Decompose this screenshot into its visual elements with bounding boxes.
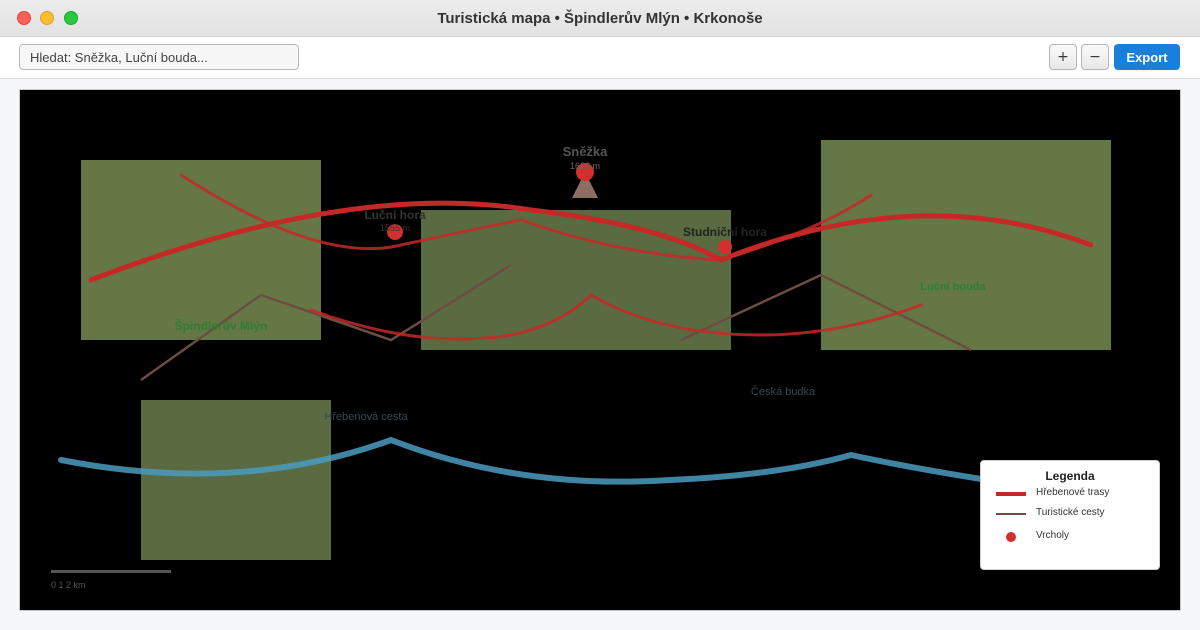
legend-item-peak: Vrcholy: [981, 528, 1159, 546]
legend-label-path: Turistické cesty: [1036, 507, 1105, 518]
search-input[interactable]: [19, 44, 299, 70]
peak-label-snezka: Sněžka: [563, 144, 609, 159]
forest-area: [821, 140, 1111, 350]
peak-label-studnicni-hora: Studniční hora: [683, 225, 767, 239]
app-window: Turistická mapa • Špindlerův Mlýn • Krko…: [0, 0, 1200, 630]
forest-area: [141, 400, 331, 560]
zoom-out-button[interactable]: −: [1081, 44, 1109, 70]
zoom-in-button[interactable]: +: [1049, 44, 1077, 70]
export-button[interactable]: Export: [1114, 44, 1180, 70]
ridge-line-swatch: [996, 492, 1026, 496]
scale-label: 0 1 2 km: [51, 580, 86, 590]
peak-elevation-lucni-hora: 1555 m: [380, 223, 410, 233]
place-label-ceska-budka: Česká budka: [751, 385, 816, 398]
legend-item-ridge: Hřebenové trasy: [981, 485, 1159, 503]
peak-marker-studnicni-hora[interactable]: [718, 240, 732, 254]
scale-bar: [51, 570, 171, 573]
map-legend: Legenda Hřebenové trasy Turistické cesty…: [980, 460, 1160, 570]
place-label-spindleruv-mlyn: Špindlerův Mlýn: [175, 318, 268, 333]
legend-title: Legenda: [1045, 469, 1095, 483]
toolbar: + − Export: [0, 37, 1200, 79]
title-bar: Turistická mapa • Špindlerův Mlýn • Krko…: [0, 0, 1200, 37]
peak-elevation-snezka: 1603 m: [570, 161, 600, 171]
legend-item-path: Turistické cesty: [981, 505, 1159, 523]
path-line-swatch: [996, 513, 1026, 515]
peak-label-lucni-hora: Luční hora: [364, 208, 426, 222]
place-label-lucni-bouda: Luční bouda: [920, 281, 986, 293]
map-canvas[interactable]: Sněžka 1603 m Luční hora 1555 m Studničn…: [19, 89, 1181, 611]
peak-dot-icon: [1006, 532, 1016, 542]
window-title: Turistická mapa • Špindlerův Mlýn • Krko…: [437, 10, 763, 27]
legend-label-peak: Vrcholy: [1036, 530, 1069, 541]
legend-label-ridge: Hřebenové trasy: [1036, 487, 1110, 498]
place-label-hrebenova-cesta: Hřebenová cesta: [324, 411, 408, 423]
